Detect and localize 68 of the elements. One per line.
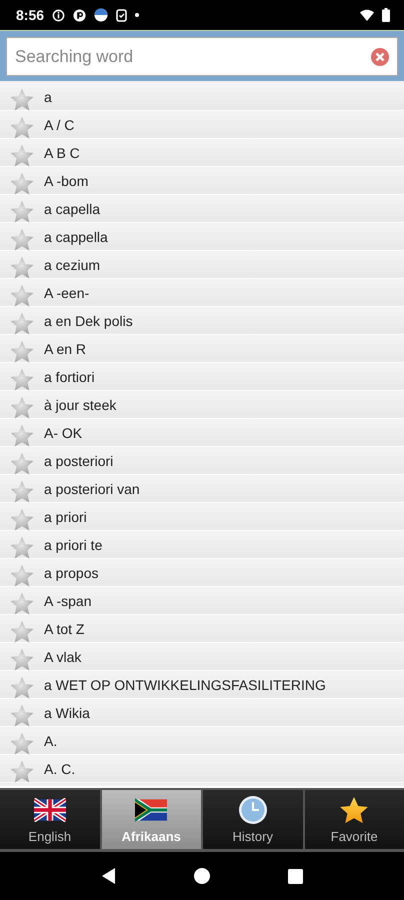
tab[interactable]: Favorite <box>304 790 404 849</box>
app-icon <box>73 8 86 22</box>
star-icon[interactable] <box>9 731 35 756</box>
tab[interactable]: English <box>0 790 100 849</box>
clock-time: 8:56 <box>16 7 44 23</box>
star-icon[interactable] <box>9 507 35 532</box>
search-field[interactable]: Searching word <box>6 37 398 76</box>
star-icon[interactable] <box>9 367 35 392</box>
word-entry[interactable]: a priori te <box>44 536 102 552</box>
word-entry[interactable]: a <box>44 88 52 104</box>
word-entry[interactable]: A -span <box>44 592 92 608</box>
word-entry[interactable]: A -bom <box>44 172 88 188</box>
south-africa-flag-icon <box>135 798 168 822</box>
star-icon[interactable] <box>9 115 35 140</box>
word-entry[interactable]: a fortiori <box>44 368 95 384</box>
tab[interactable]: History <box>203 790 302 849</box>
star-icon[interactable] <box>9 339 35 364</box>
word-entry[interactable]: A / C <box>44 116 74 132</box>
word-entry[interactable]: A B C <box>44 144 80 160</box>
word-entry[interactable]: a Wikia <box>44 704 90 720</box>
word-entry[interactable]: a posteriori <box>44 452 114 468</box>
star-icon[interactable] <box>9 619 35 644</box>
word-entry[interactable]: a cezium <box>44 256 100 272</box>
star-icon <box>338 795 370 825</box>
word-entry[interactable]: A vlak <box>44 648 82 664</box>
word-entry[interactable]: A- OK <box>44 424 82 440</box>
recents-icon[interactable] <box>288 868 302 884</box>
uk-flag-icon <box>34 798 66 822</box>
dot-icon <box>135 13 140 17</box>
star-icon[interactable] <box>9 591 35 616</box>
word-entry[interactable]: a priori <box>44 508 87 524</box>
star-icon[interactable] <box>9 759 35 784</box>
word-entry[interactable]: A tot Z <box>44 620 84 636</box>
word-entry[interactable]: a propos <box>44 564 98 580</box>
star-icon[interactable] <box>9 171 35 196</box>
star-icon[interactable] <box>9 451 35 476</box>
word-entry[interactable]: à jour steek <box>44 396 116 412</box>
star-icon[interactable] <box>9 311 35 336</box>
star-icon[interactable] <box>9 479 35 504</box>
star-icon[interactable] <box>9 395 35 420</box>
word-entry[interactable]: a cappella <box>44 228 108 244</box>
word-entry[interactable]: a en Dek polis <box>44 312 133 328</box>
star-icon[interactable] <box>9 143 35 168</box>
word-entry[interactable]: A en R <box>44 340 86 356</box>
star-icon[interactable] <box>9 199 35 224</box>
document-icon <box>116 8 128 22</box>
star-icon[interactable] <box>9 87 35 112</box>
info-icon <box>52 8 66 22</box>
wifi-icon <box>360 9 374 21</box>
star-icon[interactable] <box>9 227 35 252</box>
star-icon[interactable] <box>9 535 35 560</box>
back-icon[interactable] <box>102 868 116 884</box>
star-icon[interactable] <box>9 563 35 588</box>
word-entry[interactable]: A. <box>44 732 58 748</box>
clear-icon[interactable] <box>370 47 390 67</box>
battery-icon <box>382 8 390 22</box>
word-entry[interactable]: a capella <box>44 200 100 216</box>
home-icon[interactable] <box>194 868 210 884</box>
star-icon[interactable] <box>9 703 35 728</box>
word-entry[interactable]: a posteriori van <box>44 480 140 496</box>
clock-icon <box>238 795 268 825</box>
star-icon[interactable] <box>9 423 35 448</box>
star-icon[interactable] <box>9 647 35 672</box>
star-icon[interactable] <box>9 255 35 280</box>
star-icon[interactable] <box>9 283 35 308</box>
word-entry[interactable]: A. C. <box>44 760 76 776</box>
word-entry[interactable]: A -een- <box>44 284 90 300</box>
star-icon[interactable] <box>9 675 35 700</box>
